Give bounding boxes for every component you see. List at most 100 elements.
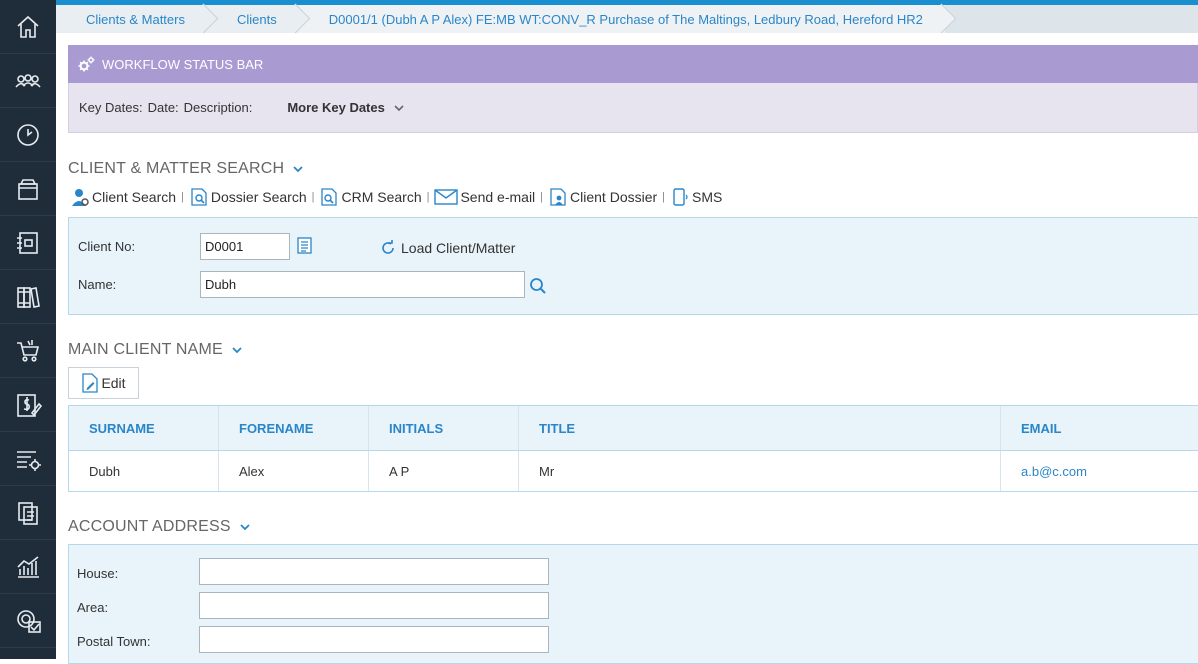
notebook-icon (17, 231, 38, 254)
chevron-down-icon (232, 347, 242, 354)
books-icon (17, 286, 40, 308)
main-client-name-title: MAIN CLIENT NAME (68, 341, 223, 358)
cart-icon (17, 339, 40, 362)
main-client-table: SURNAME FORENAME INITIALS TITLE EMAIL Du… (68, 405, 1198, 492)
edit-client-button[interactable]: Edit (68, 367, 139, 399)
column-header-title[interactable]: TITLE (519, 406, 1001, 450)
column-header-surname[interactable]: SURNAME (69, 406, 219, 450)
client-search-button[interactable]: Client Search (70, 187, 176, 207)
sidebar-item-archive[interactable] (0, 162, 56, 216)
client-no-label: Client No: (78, 239, 136, 254)
cell-forename: Alex (219, 451, 369, 491)
gears-icon (78, 56, 95, 72)
dossier-search-button[interactable]: Dossier Search (189, 187, 307, 207)
mobile-phone-icon (673, 188, 688, 206)
sidebar-item-reports[interactable] (0, 540, 56, 594)
breadcrumb-item-clients[interactable]: Clients (206, 5, 299, 33)
client-matter-search-title: CLIENT & MATTER SEARCH (68, 160, 285, 177)
main-client-name-heading[interactable]: MAIN CLIENT NAME (68, 341, 243, 359)
client-search-label: Client Search (92, 189, 177, 205)
search-toolbar: Client Search | Dossier Search | CRM Sea… (70, 187, 722, 207)
sidebar-item-notebook[interactable] (0, 216, 56, 270)
client-search-icon (72, 189, 89, 206)
envelope-icon (434, 189, 459, 205)
sidebar-item-home[interactable] (0, 0, 56, 54)
area-input[interactable] (199, 592, 549, 619)
edit-label: Edit (101, 375, 126, 391)
breadcrumb-item-matter[interactable]: D0001/1 (Dubh A P Alex) FE:MB WT:CONV_R … (298, 5, 945, 33)
name-search-button[interactable] (529, 277, 547, 298)
refresh-icon (382, 240, 394, 254)
workflow-key-dates: Key Dates: Date: Description: More Key D… (68, 83, 1198, 133)
description-label: Description: (183, 100, 253, 115)
chevron-down-icon (240, 524, 250, 531)
postal-town-input[interactable] (199, 626, 549, 653)
sidebar (0, 0, 56, 659)
toolbar-divider: | (311, 191, 315, 203)
search-icon (530, 278, 546, 294)
edit-document-icon (82, 373, 99, 393)
send-email-button[interactable]: Send e-mail (434, 187, 535, 207)
date-label: Date: (147, 100, 179, 115)
dossier-search-icon (191, 188, 207, 206)
dossier-search-label: Dossier Search (210, 189, 307, 205)
clock-icon (17, 123, 39, 146)
house-input[interactable] (199, 558, 549, 585)
key-dates-label: Key Dates: (79, 100, 143, 115)
chevron-down-icon (293, 166, 303, 173)
breadcrumb-filler (944, 5, 1198, 33)
sidebar-item-list-settings[interactable] (0, 432, 56, 486)
archive-icon (18, 178, 38, 200)
toolbar-divider: | (540, 191, 544, 203)
sidebar-item-documents[interactable] (0, 486, 56, 540)
sidebar-item-admin[interactable] (0, 594, 56, 648)
column-header-forename[interactable]: FORENAME (219, 406, 369, 450)
sms-button[interactable]: SMS (670, 187, 722, 207)
cell-initials: A P (369, 451, 519, 491)
billing-icon (17, 393, 42, 417)
account-address-title: ACCOUNT ADDRESS (68, 518, 231, 535)
account-address-panel: House: Area: Postal Town: (68, 544, 1198, 664)
crm-search-icon (321, 188, 338, 206)
sidebar-item-cart[interactable] (0, 324, 56, 378)
more-key-dates-label: More Key Dates (287, 100, 385, 115)
client-search-panel: Client No: Load Client/Matter Name: (68, 217, 1198, 315)
breadcrumb-item-clients-matters[interactable]: Clients & Matters (56, 5, 207, 33)
sidebar-item-time[interactable] (0, 108, 56, 162)
workflow-status-header[interactable]: WORKFLOW STATUS BAR (68, 45, 1198, 83)
cell-email-link[interactable]: a.b@c.com (1001, 451, 1198, 491)
workflow-title: WORKFLOW STATUS BAR (102, 56, 264, 72)
sidebar-item-billing[interactable] (0, 378, 56, 432)
sidebar-item-library[interactable] (0, 270, 56, 324)
list-icon (297, 237, 312, 254)
toolbar-divider: | (662, 191, 666, 203)
house-label: House: (77, 566, 119, 581)
chart-icon (17, 555, 39, 578)
client-matter-search-heading[interactable]: CLIENT & MATTER SEARCH (68, 160, 304, 178)
client-no-input[interactable] (200, 233, 290, 260)
sms-label: SMS (692, 189, 723, 205)
load-client-matter-label: Load Client/Matter (401, 240, 516, 256)
name-search-input[interactable] (200, 271, 525, 298)
more-key-dates-toggle[interactable]: More Key Dates (287, 100, 405, 115)
client-dossier-label: Client Dossier (570, 189, 658, 205)
column-header-email[interactable]: EMAIL (1001, 406, 1198, 450)
toolbar-divider: | (426, 191, 430, 203)
cell-title: Mr (519, 451, 1001, 491)
load-client-matter-button[interactable]: Load Client/Matter (380, 240, 515, 256)
account-address-heading[interactable]: ACCOUNT ADDRESS (68, 518, 251, 536)
column-header-initials[interactable]: INITIALS (369, 406, 519, 450)
table-header: SURNAME FORENAME INITIALS TITLE EMAIL (69, 406, 1198, 451)
sidebar-item-people[interactable] (0, 54, 56, 108)
client-list-button[interactable] (296, 237, 314, 258)
people-icon (15, 73, 41, 88)
settings-check-icon (17, 609, 41, 633)
toolbar-divider: | (181, 191, 184, 203)
crm-search-button[interactable]: CRM Search (319, 187, 422, 207)
chevron-down-icon (394, 104, 404, 111)
cell-surname: Dubh (69, 451, 219, 491)
table-row[interactable]: Dubh Alex A P Mr a.b@c.com (69, 451, 1198, 491)
client-dossier-button[interactable]: Client Dossier (548, 187, 657, 207)
name-label: Name: (78, 277, 117, 292)
postal-town-label: Postal Town: (77, 634, 151, 649)
